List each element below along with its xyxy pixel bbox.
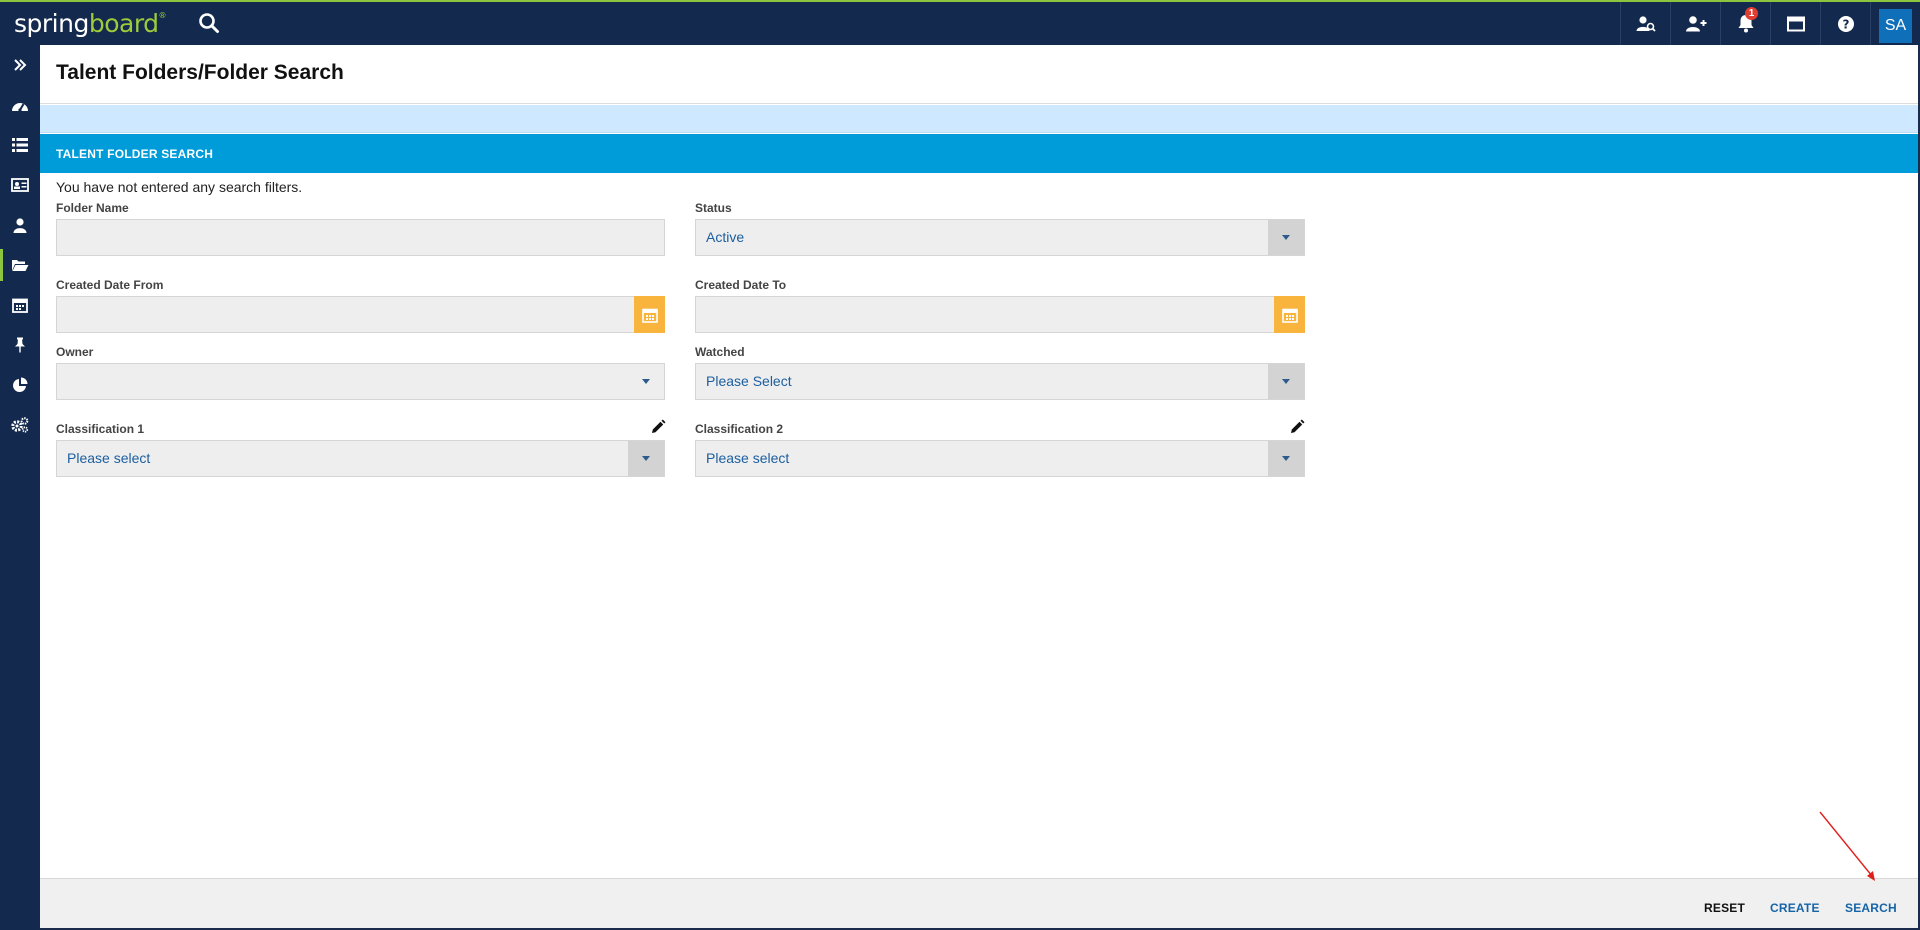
no-filters-message: You have not entered any search filters.	[56, 179, 303, 195]
classification-2-dropdown-button[interactable]	[1268, 441, 1304, 476]
classification-2-select[interactable]: Please select	[695, 440, 1305, 477]
chevron-down-icon	[642, 456, 650, 461]
sidebar-calendar-icon[interactable]	[0, 285, 40, 325]
user-avatar[interactable]: SA	[1879, 8, 1912, 43]
logo-text-spring: spring	[14, 9, 89, 38]
chevron-down-icon	[1282, 379, 1290, 384]
chevron-down-icon	[1282, 456, 1290, 461]
watched-value: Please Select	[706, 373, 792, 389]
calendar-icon	[1281, 308, 1298, 323]
owner-dropdown-button[interactable]	[628, 364, 664, 399]
watched-label: Watched	[695, 345, 745, 359]
folder-name-label: Folder Name	[56, 201, 129, 215]
created-date-from-calendar-button[interactable]	[634, 296, 665, 333]
classification-1-edit-pencil-icon[interactable]	[650, 419, 666, 435]
logo-text-board: board	[88, 9, 159, 38]
user-search-icon[interactable]	[1620, 2, 1670, 45]
calendar-icon	[641, 308, 658, 323]
folder-name-input[interactable]	[56, 219, 665, 256]
top-navigation-bar: springboard® 1 ? SA	[0, 0, 1920, 45]
classification-1-select[interactable]: Please select	[56, 440, 665, 477]
reset-button[interactable]: RESET	[1704, 901, 1745, 915]
sidebar-list-icon[interactable]	[0, 125, 40, 165]
springboard-logo[interactable]: springboard®	[14, 9, 167, 38]
notifications-bell-icon[interactable]: 1	[1720, 2, 1770, 45]
info-band	[40, 105, 1918, 133]
sidebar-settings-icon[interactable]	[0, 405, 40, 445]
classification-1-dropdown-button[interactable]	[628, 441, 664, 476]
status-value: Active	[706, 229, 745, 245]
status-select[interactable]: Active	[695, 219, 1305, 256]
status-label: Status	[695, 201, 732, 215]
watched-select[interactable]: Please Select	[695, 363, 1305, 400]
main-content: Talent Folders/Folder Search TALENT FOLD…	[40, 45, 1918, 928]
title-divider	[40, 103, 1918, 104]
classification-1-label: Classification 1	[56, 422, 145, 436]
chevron-down-icon	[642, 379, 650, 384]
add-user-icon[interactable]	[1670, 2, 1720, 45]
user-avatar-cell: SA	[1870, 2, 1920, 45]
created-date-from-label: Created Date From	[56, 278, 164, 292]
chevron-down-icon	[1282, 235, 1290, 240]
help-icon[interactable]: ?	[1820, 2, 1870, 45]
created-date-to-label: Created Date To	[695, 278, 787, 292]
sidebar-pie-chart-icon[interactable]	[0, 365, 40, 405]
section-header: TALENT FOLDER SEARCH	[40, 134, 1918, 173]
search-button[interactable]: SEARCH	[1845, 901, 1897, 915]
sidebar-expand-icon[interactable]	[0, 45, 40, 85]
top-toolbar: 1 ? SA	[1620, 2, 1920, 45]
sidebar-id-card-icon[interactable]	[0, 165, 40, 205]
sidebar-person-icon[interactable]	[0, 205, 40, 245]
created-date-from-input[interactable]	[56, 296, 635, 333]
classification-2-label: Classification 2	[695, 422, 784, 436]
sidebar-pin-icon[interactable]	[0, 325, 40, 365]
svg-text:?: ?	[1842, 17, 1849, 31]
watched-dropdown-button[interactable]	[1268, 364, 1304, 399]
classification-2-edit-pencil-icon[interactable]	[1289, 419, 1305, 435]
page-title: Talent Folders/Folder Search	[56, 61, 344, 84]
logo-registered-mark: ®	[158, 11, 167, 20]
section-title: TALENT FOLDER SEARCH	[56, 147, 214, 161]
create-button[interactable]: CREATE	[1770, 901, 1820, 915]
status-dropdown-button[interactable]	[1268, 220, 1304, 255]
action-footer: RESET CREATE SEARCH	[40, 878, 1918, 928]
left-sidebar	[0, 45, 40, 930]
sidebar-dashboard-icon[interactable]	[0, 85, 40, 125]
classification-2-value: Please select	[706, 450, 790, 466]
owner-label: Owner	[56, 345, 94, 359]
search-icon[interactable]	[198, 12, 220, 34]
created-date-to-input[interactable]	[695, 296, 1275, 333]
created-date-to-calendar-button[interactable]	[1274, 296, 1305, 333]
notification-count-badge: 1	[1745, 7, 1758, 20]
sidebar-folder-open-icon[interactable]	[0, 245, 40, 285]
classification-1-value: Please select	[67, 450, 151, 466]
window-icon[interactable]	[1770, 2, 1820, 45]
owner-select[interactable]	[56, 363, 665, 400]
